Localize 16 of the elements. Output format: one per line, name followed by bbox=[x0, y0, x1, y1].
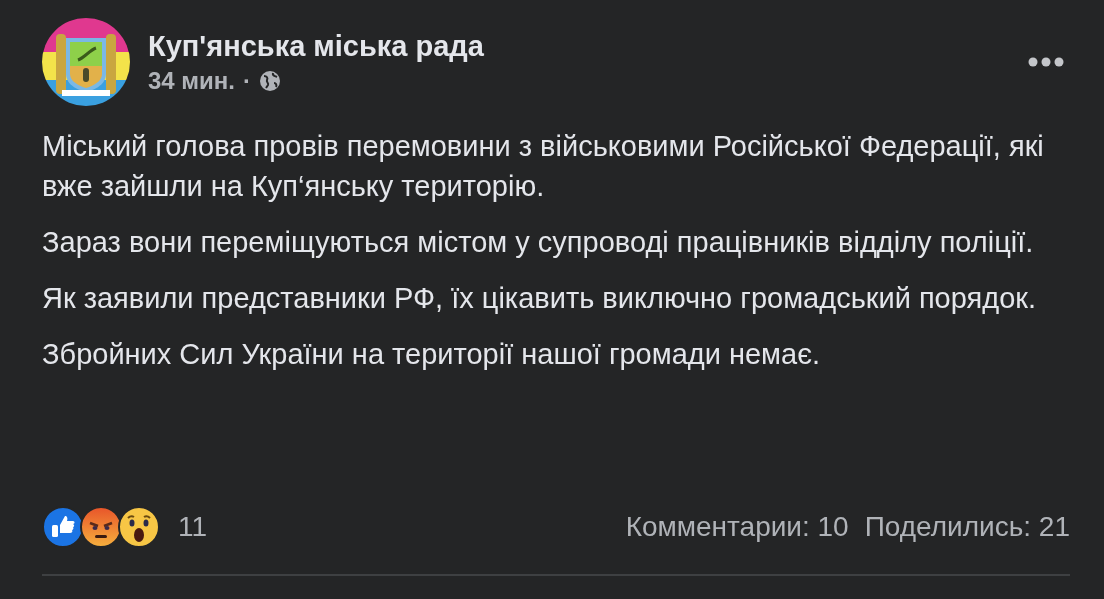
angry-emoji-icon bbox=[80, 506, 122, 548]
author-name[interactable]: Куп'янська міська рада bbox=[148, 29, 1004, 63]
shares-count[interactable]: Поделились: 21 bbox=[864, 511, 1070, 543]
post-paragraph: Зараз вони переміщуються містом у супроводі працівників відділу поліції. bbox=[42, 225, 1035, 260]
comments-count[interactable]: Комментарии: 10 bbox=[625, 511, 849, 543]
avatar[interactable] bbox=[42, 18, 130, 106]
more-icon bbox=[1028, 57, 1064, 67]
separator: · bbox=[243, 66, 252, 95]
globe-icon bbox=[259, 69, 282, 92]
post-paragraph: Міський голова провів перемовини з військовими Російської Федерації, які вже зайшли на Куп‘янську територію. bbox=[42, 129, 1045, 204]
wow-emoji-icon bbox=[118, 506, 160, 548]
post-paragraph: Як заявили представники РФ, їх цікавить виключно громадський порядок. bbox=[42, 281, 1037, 316]
reaction-count[interactable]: 11 bbox=[178, 511, 610, 543]
post-paragraph: Збройних Сил України на території нашої громади немає. bbox=[42, 337, 822, 372]
like-icon bbox=[42, 506, 84, 548]
post-time[interactable]: 34 мин. bbox=[148, 66, 236, 95]
